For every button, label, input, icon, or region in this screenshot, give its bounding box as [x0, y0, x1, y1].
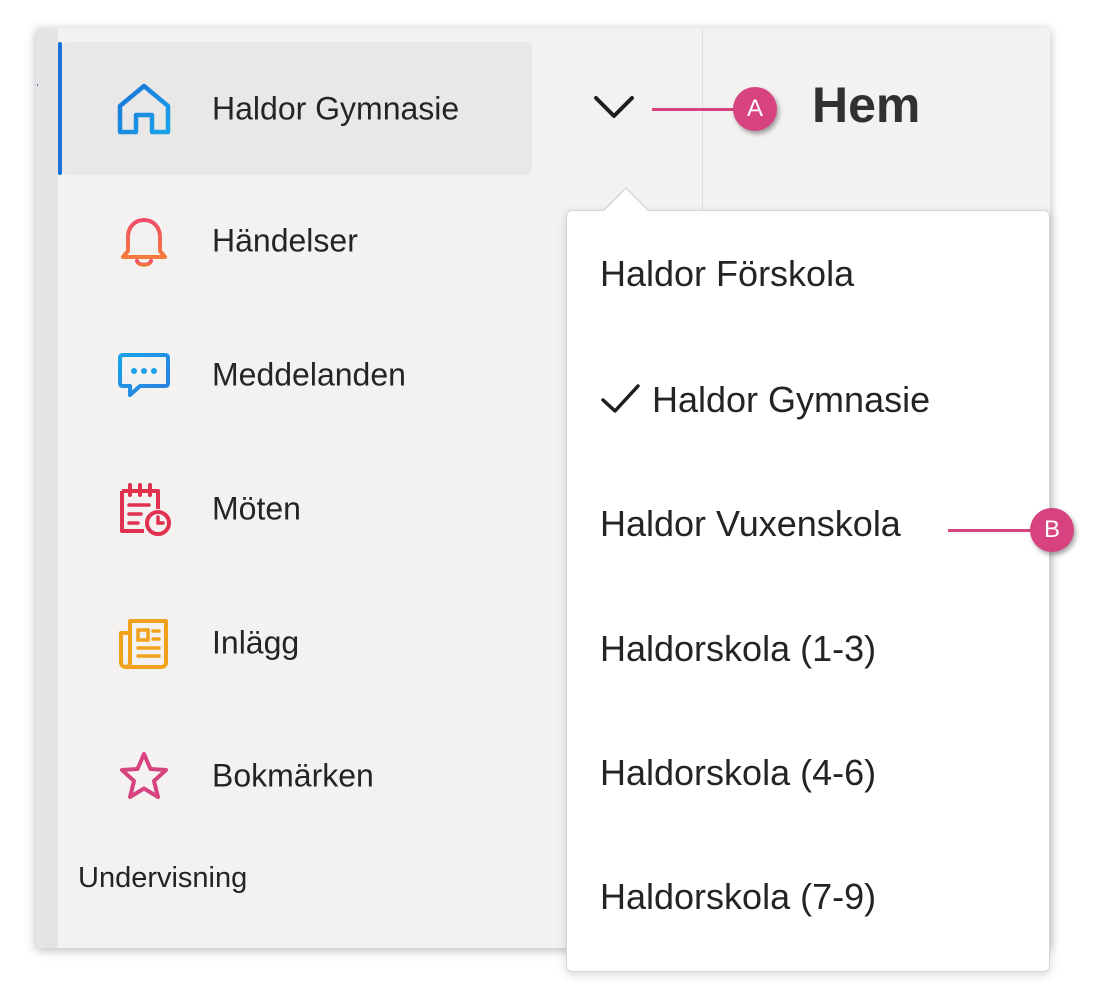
bell-icon	[114, 211, 174, 271]
callout-a-badge: A	[733, 87, 777, 131]
dropdown-option-label: Haldorskola (7-9)	[600, 876, 877, 917]
page-title: Hem	[812, 77, 921, 133]
sidebar-item-label: Händelser	[212, 222, 358, 259]
sidebar-item-label: Meddelanden	[212, 356, 406, 393]
dropdown-option-label: Haldor Gymnasie	[652, 379, 931, 420]
dropdown-pointer	[602, 186, 650, 214]
sidebar-item-label: Inlägg	[212, 624, 300, 661]
sidebar-item-bokmarken[interactable]: Bokmärken	[62, 731, 532, 821]
newspaper-icon	[114, 613, 174, 673]
dropdown-option-label: Haldorskola (1-3)	[600, 628, 877, 669]
dropdown-option-label: Haldorskola (4-6)	[600, 752, 877, 793]
dropdown-option-label: Haldor Förskola	[600, 253, 855, 294]
app-rail	[36, 28, 58, 948]
star-icon	[114, 746, 174, 806]
checkmark-icon	[600, 380, 642, 420]
dropdown-option-haldorskola-1-3[interactable]: Haldorskola (1-3)	[600, 619, 876, 679]
sidebar-item-label: Möten	[212, 490, 301, 527]
dropdown-option-haldor-gymnasie[interactable]: Haldor Gymnasie	[600, 370, 930, 430]
callout-a-line	[652, 108, 736, 111]
home-icon	[114, 79, 174, 139]
dropdown-option-haldor-vuxenskola[interactable]: Haldor Vuxenskola	[600, 494, 901, 554]
sidebar-item-inlagg[interactable]: Inlägg	[62, 598, 532, 688]
school-dropdown-menu	[566, 210, 1050, 972]
dropdown-option-label: Haldor Vuxenskola	[600, 503, 901, 544]
section-heading-undervisning: Undervisning	[78, 862, 248, 894]
dropdown-option-haldor-forskola[interactable]: Haldor Förskola	[600, 244, 854, 304]
callout-b-line	[948, 529, 1034, 532]
school-switcher[interactable]: Haldor Gymnasie	[62, 42, 532, 175]
dropdown-option-haldorskola-4-6[interactable]: Haldorskola (4-6)	[600, 743, 876, 803]
sidebar-item-moten[interactable]: Möten	[62, 464, 532, 554]
school-switcher-label: Haldor Gymnasie	[212, 90, 460, 126]
rail-indicator	[37, 84, 38, 86]
school-dropdown-toggle[interactable]	[588, 86, 640, 130]
calendar-clock-icon	[114, 479, 174, 539]
sidebar-item-label: Bokmärken	[212, 757, 374, 794]
sidebar-item-meddelanden[interactable]: Meddelanden	[62, 330, 532, 420]
chat-bubble-icon	[114, 345, 174, 405]
chevron-down-icon	[588, 86, 640, 130]
sidebar-item-handelser[interactable]: Händelser	[62, 196, 532, 286]
dropdown-option-haldorskola-7-9[interactable]: Haldorskola (7-9)	[600, 867, 876, 927]
callout-b-badge: B	[1030, 508, 1074, 552]
